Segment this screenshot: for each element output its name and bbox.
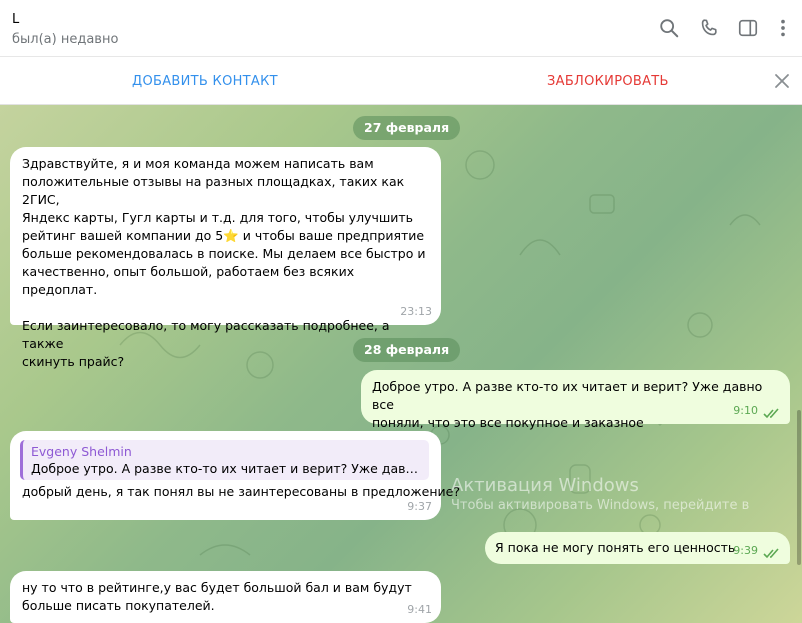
contact-name[interactable]: L [12, 12, 19, 27]
close-icon[interactable] [773, 72, 791, 90]
search-icon[interactable] [658, 17, 680, 39]
sidebar-icon[interactable] [737, 17, 759, 39]
read-checkmarks-icon [763, 548, 779, 559]
message-bubble-incoming[interactable]: Evgeny Shelmin Доброе утро. А разве кто-… [10, 431, 460, 520]
chat-scrollbar[interactable] [797, 410, 801, 565]
block-button[interactable]: ЗАБЛОКИРОВАТЬ [547, 74, 669, 89]
date-separator: 27 февраля [353, 116, 461, 140]
message-bubble-incoming[interactable]: Здравствуйте, я и моя команда можем напи… [10, 147, 441, 369]
more-vertical-icon[interactable] [772, 17, 794, 39]
message-time: 9:39 [733, 544, 758, 557]
reply-quote[interactable]: Evgeny Shelmin Доброе утро. А разве кто-… [20, 440, 429, 480]
date-separator: 28 февраля [353, 338, 461, 362]
read-checkmarks-icon [763, 408, 779, 419]
reply-author: Evgeny Shelmin [31, 444, 132, 459]
contact-action-bar: ДОБАВИТЬ КОНТАКТ ЗАБЛОКИРОВАТЬ [0, 57, 802, 105]
message-time: 9:41 [407, 603, 432, 616]
chat-header: L был(а) недавно [0, 0, 802, 57]
message-text: ну то что в рейтинге,у вас будет большой… [22, 580, 412, 613]
watermark-title: Активация Windows [451, 475, 639, 496]
windows-activation-watermark: Активация Windows Чтобы активировать Win… [451, 475, 749, 513]
message-text: добрый день, я так понял вы не заинтерес… [22, 484, 460, 499]
message-bubble-outgoing[interactable]: Доброе утро. А разве кто-то их читает и … [361, 370, 790, 430]
chat-area[interactable]: 27 февраля Здравствуйте, я и моя команда… [0, 105, 802, 623]
phone-icon[interactable] [698, 17, 720, 39]
message-time: 23:13 [400, 305, 432, 318]
watermark-subtitle: Чтобы активировать Windows, перейдите в [451, 498, 750, 513]
message-time: 9:10 [733, 404, 758, 417]
message-text: Доброе утро. А разве кто-то их читает и … [372, 379, 763, 430]
reply-text: Доброе утро. А разве кто-то их читает и … [31, 461, 421, 476]
message-time: 9:37 [407, 500, 432, 513]
message-bubble-outgoing[interactable]: Я пока не могу понять его ценность 9:39 [485, 532, 790, 564]
message-bubble-incoming[interactable]: ну то что в рейтинге,у вас будет большой… [10, 571, 441, 623]
contact-status: был(а) недавно [12, 32, 119, 47]
message-text: Я пока не могу понять его ценность [495, 540, 736, 555]
add-contact-button[interactable]: ДОБАВИТЬ КОНТАКТ [132, 74, 278, 89]
